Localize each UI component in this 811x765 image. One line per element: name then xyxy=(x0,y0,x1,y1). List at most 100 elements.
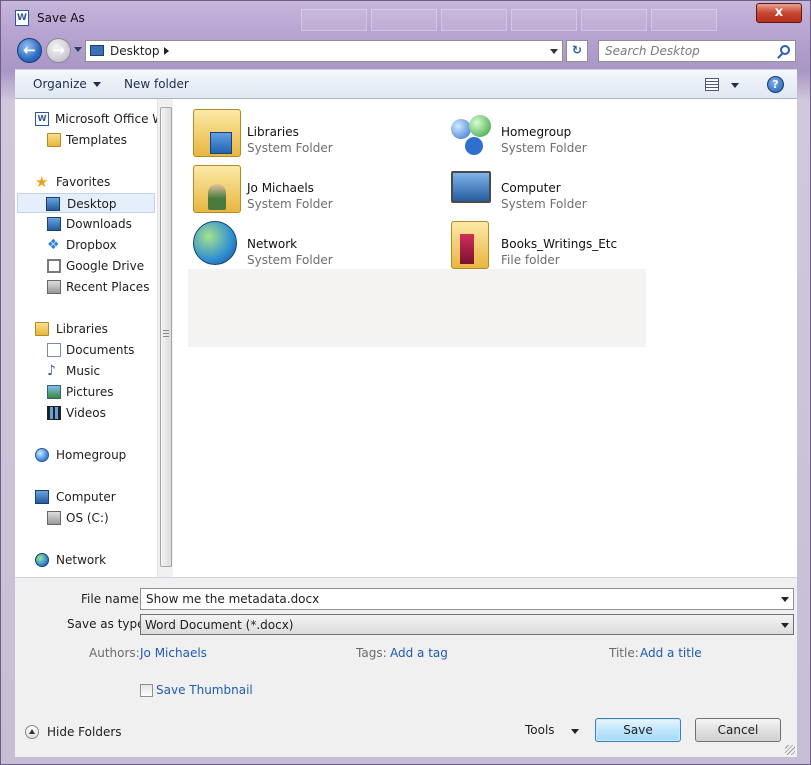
star-icon: ★ xyxy=(35,173,49,191)
music-icon: ♪ xyxy=(47,363,56,379)
search-input[interactable]: Search Desktop xyxy=(598,40,796,62)
nav-item-documents[interactable]: Documents xyxy=(15,340,157,360)
nav-item-microsoft-office-word[interactable]: W Microsoft Office W xyxy=(15,109,164,129)
recent-locations-dropdown[interactable] xyxy=(74,47,82,52)
scrollbar-thumb[interactable] xyxy=(160,107,172,567)
user-folder-icon xyxy=(193,165,241,213)
nav-item-label: Network xyxy=(56,553,107,567)
organize-button[interactable]: Organize xyxy=(33,77,101,91)
recent-places-icon xyxy=(47,280,61,294)
background-ribbon-ghost xyxy=(301,9,721,33)
file-item-homegroup[interactable]: Homegroup System Folder xyxy=(447,107,697,159)
view-dropdown-icon[interactable] xyxy=(731,83,739,88)
file-name-field[interactable]: Show me the metadata.docx xyxy=(140,588,794,610)
desktop-icon xyxy=(90,45,104,56)
nav-item-label: Music xyxy=(66,364,101,378)
authors-label: Authors: xyxy=(89,646,140,660)
breadcrumb-chevron-icon[interactable] xyxy=(164,47,169,55)
file-item-name: Books_Writings_Etc xyxy=(501,237,618,251)
nav-item-templates[interactable]: Templates xyxy=(15,130,157,150)
file-item-type: System Folder xyxy=(247,253,333,267)
nav-item-network[interactable]: Network xyxy=(15,550,157,570)
file-item-name: Jo Michaels xyxy=(247,181,314,195)
window-title: Save As xyxy=(37,11,85,25)
search-icon[interactable] xyxy=(780,45,790,55)
nav-item-label: OS (C:) xyxy=(66,511,109,525)
title-value[interactable]: Add a title xyxy=(640,646,702,660)
nav-item-label: Libraries xyxy=(56,322,108,336)
title-bar: W Save As x xyxy=(1,1,810,35)
refresh-button[interactable]: ↻ xyxy=(566,40,588,62)
save-as-type-value: Word Document (*.docx) xyxy=(145,618,294,632)
save-as-type-select[interactable]: Word Document (*.docx) xyxy=(140,614,794,635)
save-thumbnail-label[interactable]: Save Thumbnail xyxy=(156,683,253,697)
nav-item-favorites[interactable]: ★ Favorites xyxy=(15,172,157,192)
cancel-button[interactable]: Cancel xyxy=(695,718,781,742)
forward-button[interactable]: → xyxy=(46,38,71,63)
homegroup-icon xyxy=(35,448,49,462)
title-label: Title: xyxy=(609,646,639,660)
hide-folders-label: Hide Folders xyxy=(47,725,122,739)
file-item-type: System Folder xyxy=(247,197,333,211)
address-location[interactable]: Desktop xyxy=(110,44,160,58)
nav-item-desktop[interactable]: Desktop xyxy=(17,193,155,213)
file-item-books-writings-etc[interactable]: Books_Writings_Etc File folder xyxy=(447,219,697,271)
tags-label: Tags: xyxy=(356,646,387,660)
address-dropdown-icon[interactable] xyxy=(550,49,558,54)
back-button[interactable]: ← xyxy=(17,38,42,63)
drive-icon xyxy=(47,511,61,525)
save-button[interactable]: Save xyxy=(595,718,681,742)
nav-item-pictures[interactable]: Pictures xyxy=(15,382,157,402)
computer-icon xyxy=(451,171,491,203)
nav-item-label: Templates xyxy=(66,133,128,147)
tools-button[interactable]: Tools xyxy=(525,723,555,737)
navigation-pane: W Microsoft Office W Templates ★ Favorit… xyxy=(15,99,173,577)
file-name-value[interactable]: Show me the metadata.docx xyxy=(146,592,319,606)
nav-item-homegroup[interactable]: Homegroup xyxy=(15,445,157,465)
nav-item-videos[interactable]: Videos xyxy=(15,403,157,423)
tags-value[interactable]: Add a tag xyxy=(390,646,448,660)
file-item-type: System Folder xyxy=(501,141,587,155)
nav-item-downloads[interactable]: Downloads xyxy=(15,214,157,234)
nav-item-label: Homegroup xyxy=(56,448,127,462)
address-row: ← → Desktop ↻ Search Desktop xyxy=(1,35,810,65)
file-name-dropdown-icon[interactable] xyxy=(781,597,789,602)
nav-item-dropbox[interactable]: ❖ Dropbox xyxy=(15,235,157,255)
network-icon xyxy=(193,221,237,265)
save-as-type-dropdown-icon[interactable] xyxy=(781,623,789,628)
file-item-type: System Folder xyxy=(247,141,333,155)
nav-item-label: Computer xyxy=(56,490,116,504)
nav-item-label: Google Drive xyxy=(66,259,145,273)
new-folder-button[interactable]: New folder xyxy=(124,77,189,91)
libraries-icon xyxy=(35,322,49,336)
nav-item-label: Videos xyxy=(66,406,106,420)
file-item-computer[interactable]: Computer System Folder xyxy=(447,163,697,215)
nav-item-label: Downloads xyxy=(66,217,132,231)
nav-item-recent-places[interactable]: Recent Places xyxy=(15,277,157,297)
nav-item-music[interactable]: ♪ Music xyxy=(15,361,157,381)
nav-item-libraries[interactable]: Libraries xyxy=(15,319,157,339)
close-button[interactable]: x xyxy=(756,3,802,23)
authors-value[interactable]: Jo Michaels xyxy=(140,646,207,660)
file-item-jo-michaels[interactable]: Jo Michaels System Folder xyxy=(193,163,443,215)
file-list-pane: Libraries System Folder Homegroup System… xyxy=(173,99,797,577)
file-item-libraries[interactable]: Libraries System Folder xyxy=(193,107,443,159)
command-toolbar: Organize New folder ? xyxy=(15,69,797,99)
tools-dropdown-icon[interactable] xyxy=(571,729,579,734)
nav-item-computer[interactable]: Computer xyxy=(15,487,157,507)
nav-item-google-drive[interactable]: Google Drive xyxy=(15,256,157,276)
view-options-icon[interactable] xyxy=(705,78,719,91)
nav-item-label: Documents xyxy=(66,343,135,357)
collapse-icon xyxy=(25,725,39,739)
google-drive-icon xyxy=(47,259,61,273)
save-thumbnail-checkbox[interactable] xyxy=(140,684,153,697)
nav-scrollbar[interactable] xyxy=(157,99,173,577)
nav-item-os-c[interactable]: OS (C:) xyxy=(15,508,157,528)
network-icon xyxy=(35,553,49,567)
help-icon[interactable]: ? xyxy=(767,76,784,93)
file-item-network[interactable]: Network System Folder xyxy=(193,219,443,271)
address-bar[interactable]: Desktop xyxy=(85,40,563,62)
nav-item-label: Favorites xyxy=(56,175,111,189)
resize-grip[interactable] xyxy=(785,745,795,755)
folder-icon xyxy=(47,133,61,147)
